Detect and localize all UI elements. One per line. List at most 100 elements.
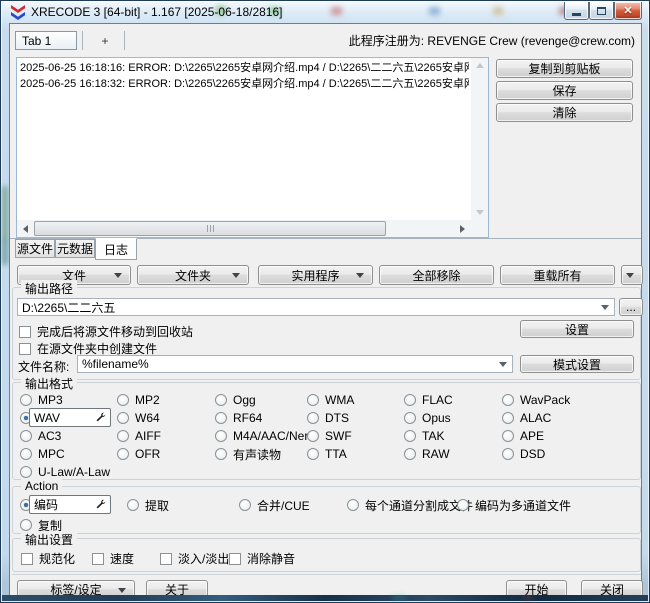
remove-all-button[interactable]: 全部移除 <box>379 265 494 285</box>
radio-icon <box>404 430 416 442</box>
speed-label: 速度 <box>110 550 134 567</box>
format-option-ulaw-alaw[interactable]: U-Law/A-Law <box>20 465 110 479</box>
format-option-alac[interactable]: ALAC <box>502 411 551 425</box>
chevron-down-icon <box>601 305 609 310</box>
radio-icon <box>307 430 319 442</box>
format-option-wavpack[interactable]: WavPack <box>502 393 570 407</box>
add-tab-label: + <box>101 34 108 48</box>
tab-log[interactable]: 日志 <box>95 238 137 260</box>
format-label: WAV <box>34 411 60 425</box>
fade-checkbox[interactable]: 淡入/淡出 <box>160 550 229 567</box>
utilities-menu-button[interactable]: 实用程序 <box>258 265 373 285</box>
add-tab-button[interactable]: + <box>92 31 118 50</box>
format-option-aiff[interactable]: AIFF <box>117 429 161 443</box>
folder-menu-button[interactable]: 文件夹 <box>137 265 249 285</box>
action-encode-settings-box[interactable]: 编码 <box>29 495 111 514</box>
tab-source-files[interactable]: 源文件 <box>15 239 55 258</box>
format-option-ac3[interactable]: AC3 <box>20 429 61 443</box>
tab-metadata[interactable]: 元数据 <box>55 239 95 258</box>
tab-metadata-label: 元数据 <box>57 240 93 257</box>
scroll-up-icon[interactable] <box>476 63 484 68</box>
filename-pattern-combobox[interactable]: %filename% <box>77 355 513 373</box>
format-option-mp3[interactable]: MP3 <box>20 393 63 407</box>
format-option-ofr[interactable]: OFR <box>117 447 160 461</box>
format-option-ape[interactable]: APE <box>502 429 544 443</box>
format-option-opus[interactable]: Opus <box>404 411 451 425</box>
checkbox-icon <box>92 553 104 565</box>
format-option-swf[interactable]: SWF <box>307 429 352 443</box>
action-option-multichannel[interactable]: 编码为多通道文件 <box>457 498 571 512</box>
tab-1[interactable]: Tab 1 <box>15 31 77 50</box>
action-group: Action 编码 提取 合并/CUE 每个通道分割成文件 编码为多通道文件 复… <box>12 486 641 534</box>
format-wav-settings-box[interactable]: WAV <box>29 408 111 427</box>
thumb-grip <box>207 225 208 232</box>
chevron-down-icon <box>118 588 126 593</box>
scroll-left-button[interactable] <box>17 220 34 237</box>
tabbar-separator <box>82 31 83 50</box>
checkbox-icon <box>21 553 33 565</box>
remove-all-label: 全部移除 <box>412 267 460 284</box>
action-option-merge-cue[interactable]: 合并/CUE <box>239 498 310 512</box>
format-label: Ogg <box>233 393 256 407</box>
scrollbar-thumb[interactable] <box>34 221 386 236</box>
format-option-dts[interactable]: DTS <box>307 411 349 425</box>
chevron-down-icon <box>114 273 122 278</box>
format-label: 有声读物 <box>233 446 281 463</box>
minimize-button[interactable] <box>564 2 589 20</box>
vertical-scrollbar[interactable] <box>471 58 488 220</box>
format-option-audiobook[interactable]: 有声读物 <box>215 447 281 461</box>
client-area: Tab 1 + 此程序注册为: REVENGE Crew (revenge@cr… <box>9 23 642 598</box>
format-option-rf64[interactable]: RF64 <box>215 411 262 425</box>
fade-label: 淡入/淡出 <box>178 550 229 567</box>
format-option-mp2[interactable]: MP2 <box>117 393 160 407</box>
window-title: XRECODE 3 [64-bit] - 1.167 [2025-06-18/2… <box>31 5 282 19</box>
maximize-button[interactable] <box>589 2 614 20</box>
tab-1-label: Tab 1 <box>22 34 51 48</box>
format-option-tak[interactable]: TAK <box>404 429 444 443</box>
filename-label: 文件名称: <box>18 358 69 375</box>
save-button[interactable]: 保存 <box>496 81 633 100</box>
radio-icon <box>215 394 227 406</box>
more-options-button[interactable] <box>621 265 643 285</box>
remove-silence-label: 消除静音 <box>247 550 295 567</box>
format-option-raw[interactable]: RAW <box>404 447 450 461</box>
save-label: 保存 <box>552 82 576 99</box>
pattern-settings-button[interactable]: 模式设置 <box>520 355 634 373</box>
scroll-down-icon[interactable] <box>476 210 484 215</box>
titlebar[interactable]: XRECODE 3 [64-bit] - 1.167 [2025-06-18/2… <box>1 1 649 23</box>
chevron-down-icon <box>232 273 240 278</box>
maximize-icon <box>597 7 606 15</box>
action-option-copy[interactable]: 复制 <box>20 518 62 532</box>
format-option-m4a[interactable]: M4A/AAC/Nero <box>215 429 315 443</box>
radio-icon <box>404 412 416 424</box>
move-to-recycle-checkbox[interactable]: 完成后将源文件移动到回收站 <box>19 323 193 340</box>
browse-button[interactable]: ... <box>619 298 643 316</box>
output-format-group: 输出格式 MP3 MP2 Ogg WMA FLAC WavPack WAV W6… <box>12 382 641 480</box>
settings-button[interactable]: 设置 <box>520 320 634 338</box>
thumb-grip <box>213 225 214 232</box>
close-button[interactable]: ✕ <box>614 2 642 20</box>
format-option-dsd[interactable]: DSD <box>502 447 545 461</box>
action-option-extract[interactable]: 提取 <box>127 498 169 512</box>
reload-all-button[interactable]: 重载所有 <box>500 265 615 285</box>
normalize-checkbox[interactable]: 规范化 <box>21 550 75 567</box>
format-option-flac[interactable]: FLAC <box>404 393 453 407</box>
action-option-split-channels[interactable]: 每个通道分割成文件 <box>347 498 473 512</box>
speed-checkbox[interactable]: 速度 <box>92 550 134 567</box>
output-path-combobox[interactable]: D:\2265\二二六五 <box>17 298 615 316</box>
format-option-ogg[interactable]: Ogg <box>215 393 256 407</box>
format-option-wma[interactable]: WMA <box>307 393 354 407</box>
action-group-label: Action <box>21 479 62 493</box>
radio-icon <box>404 448 416 460</box>
clear-button[interactable]: 清除 <box>496 103 633 122</box>
horizontal-scrollbar[interactable] <box>17 220 471 237</box>
format-option-mpc[interactable]: MPC <box>20 447 65 461</box>
copy-to-clipboard-button[interactable]: 复制到剪贴板 <box>496 59 633 78</box>
remove-silence-checkbox[interactable]: 消除静音 <box>229 550 295 567</box>
scroll-right-button[interactable] <box>454 220 471 237</box>
radio-icon <box>127 499 139 511</box>
radio-icon <box>20 519 32 531</box>
log-view[interactable]: 2025-06-25 16:18:16: ERROR: D:\2265\2265… <box>16 57 489 238</box>
format-option-tta[interactable]: TTA <box>307 447 347 461</box>
format-option-w64[interactable]: W64 <box>117 411 160 425</box>
